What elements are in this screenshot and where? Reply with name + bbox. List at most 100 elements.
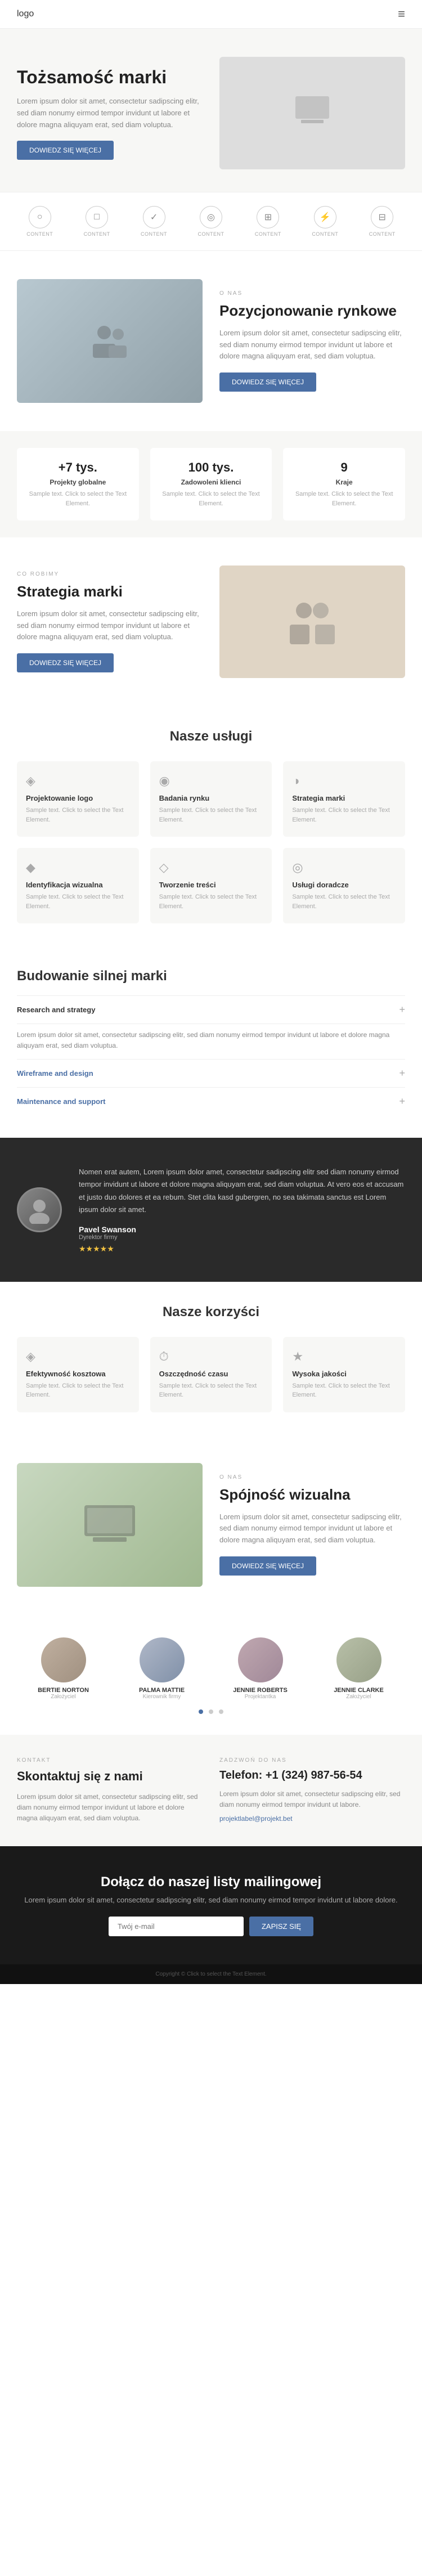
member-role-1: Kierownik firmy xyxy=(115,1694,208,1700)
stat-label-1: Zadowoleni klienci xyxy=(159,478,263,486)
benefit-desc-1: Sample text. Click to select the Text El… xyxy=(159,1381,263,1400)
newsletter-form: ZAPISZ SIĘ xyxy=(17,1917,405,1936)
stat-desc-2: Sample text. Click to select the Text El… xyxy=(292,490,396,508)
member-photo-2 xyxy=(238,1637,283,1682)
about-title: Pozycjonowanie rynkowe xyxy=(219,302,405,320)
stat-desc-0: Sample text. Click to select the Text El… xyxy=(26,490,130,508)
contact-phone: Telefon: +1 (324) 987-56-54 xyxy=(219,1769,405,1782)
accordion-plus-0: + xyxy=(399,1004,405,1016)
contact-section: KONTAKT Skontaktuj się z nami Lorem ipsu… xyxy=(0,1735,422,1847)
service-title-2: Strategia marki xyxy=(292,794,396,802)
logo: logo xyxy=(17,9,34,19)
icon-0: ○ xyxy=(29,206,51,228)
testimonial-avatar xyxy=(17,1187,62,1232)
contact-label-right: ZADZWOŃ DO NAS xyxy=(219,1757,405,1763)
icon-item-5[interactable]: ⚡ CONTENT xyxy=(312,206,338,237)
member-name-0: BERTIE NORTON xyxy=(17,1687,110,1694)
member-role-3: Założyciel xyxy=(312,1694,405,1700)
team-member-0: BERTIE NORTON Założyciel xyxy=(17,1637,110,1700)
hero-section: Tożsamość marki Lorem ipsum dolor sit am… xyxy=(0,29,422,192)
stat-card-2: 9 Kraje Sample text. Click to select the… xyxy=(283,448,405,520)
about-image xyxy=(17,279,203,403)
member-photo-0 xyxy=(41,1637,86,1682)
service-title-1: Badania rynku xyxy=(159,794,263,802)
icon-label-0: CONTENT xyxy=(26,231,53,237)
member-photo-1 xyxy=(140,1637,185,1682)
team-section: BERTIE NORTON Założyciel PALMA MATTIE Ki… xyxy=(0,1615,422,1735)
page-dot-1[interactable] xyxy=(199,1709,203,1714)
service-icon-1: ◉ xyxy=(159,774,263,788)
accordion-title-1: Wireframe and design xyxy=(17,1069,93,1078)
icon-item-3[interactable]: ◎ CONTENT xyxy=(197,206,224,237)
visual-cta-button[interactable]: DOWIEDZ SIĘ WIĘCEJ xyxy=(219,1556,316,1576)
benefit-desc-0: Sample text. Click to select the Text El… xyxy=(26,1381,130,1400)
accordion-item-0[interactable]: Research and strategy + xyxy=(17,995,405,1024)
pagination xyxy=(17,1700,405,1724)
testimonial-role: Dyrektor firmy xyxy=(79,1234,405,1241)
page-dot-2[interactable] xyxy=(209,1709,213,1714)
service-card-1: ◉ Badania rynku Sample text. Click to se… xyxy=(150,761,272,837)
member-role-2: Projektantka xyxy=(214,1694,307,1700)
member-name-2: JENNIE ROBERTS xyxy=(214,1687,307,1694)
icon-item-6[interactable]: ⊟ CONTENT xyxy=(369,206,396,237)
about-cta-button[interactable]: DOWIEDZ SIĘ WIĘCEJ xyxy=(219,373,316,392)
contact-email: projektlabel@projekt.bet xyxy=(219,1815,405,1823)
testimonial-section: Nomen erat autem, Lorem ipsum dolor amet… xyxy=(0,1138,422,1281)
stat-num-2: 9 xyxy=(292,460,396,475)
strategy-title: Strategia marki xyxy=(17,583,203,600)
icon-label-3: CONTENT xyxy=(197,231,224,237)
newsletter-desc: Lorem ipsum dolor sit amet, consectetur … xyxy=(17,1896,405,1904)
benefit-title-2: Wysoka jakości xyxy=(292,1370,396,1378)
hamburger-menu[interactable]: ≡ xyxy=(398,7,405,21)
benefit-title-0: Efektywność kosztowa xyxy=(26,1370,130,1378)
benefit-icon-1: ⏱ xyxy=(159,1349,263,1364)
about-text-block: O NAS Pozycjonowanie rynkowe Lorem ipsum… xyxy=(219,290,405,392)
icon-row: ○ CONTENT □ CONTENT ✓ CONTENT ◎ CONTENT … xyxy=(0,192,422,251)
icon-label-5: CONTENT xyxy=(312,231,338,237)
service-title-3: Identyfikacja wizualna xyxy=(26,881,130,889)
icon-item-0[interactable]: ○ CONTENT xyxy=(26,206,53,237)
about-label: O NAS xyxy=(219,290,405,297)
icon-item-4[interactable]: ⊞ CONTENT xyxy=(255,206,281,237)
newsletter-submit-button[interactable]: ZAPISZ SIĘ xyxy=(249,1917,313,1936)
strategy-cta-button[interactable]: DOWIEDZ SIĘ WIĘCEJ xyxy=(17,653,114,672)
member-name-3: JENNIE CLARKE xyxy=(312,1687,405,1694)
icon-item-1[interactable]: □ CONTENT xyxy=(84,206,110,237)
icon-5: ⚡ xyxy=(314,206,336,228)
hero-text-block: Tożsamość marki Lorem ipsum dolor sit am… xyxy=(17,66,219,160)
contact-desc-right: Lorem ipsum dolor sit amet, consectetur … xyxy=(219,1789,405,1810)
accordion-plus-1: + xyxy=(399,1067,405,1079)
service-card-0: ◈ Projektowanie logo Sample text. Click … xyxy=(17,761,139,837)
accordion-item-2[interactable]: Maintenance and support + xyxy=(17,1087,405,1115)
testimonial-stars: ★★★★★ xyxy=(79,1244,405,1254)
service-title-4: Tworzenie treści xyxy=(159,881,263,889)
service-desc-4: Sample text. Click to select the Text El… xyxy=(159,892,263,911)
member-role-0: Założyciel xyxy=(17,1694,110,1700)
service-icon-4: ◇ xyxy=(159,860,263,875)
benefit-card-1: ⏱ Oszczędność czasu Sample text. Click t… xyxy=(150,1337,272,1412)
visual-label: O NAS xyxy=(219,1474,405,1480)
benefit-card-2: ★ Wysoka jakości Sample text. Click to s… xyxy=(283,1337,405,1412)
contact-desc-left: Lorem ipsum dolor sit amet, consectetur … xyxy=(17,1792,203,1824)
accordion-plus-2: + xyxy=(399,1096,405,1107)
icon-item-2[interactable]: ✓ CONTENT xyxy=(141,206,167,237)
visual-description: Lorem ipsum dolor sit amet, consectetur … xyxy=(219,1511,405,1546)
stat-desc-1: Sample text. Click to select the Text El… xyxy=(159,490,263,508)
about-section: O NAS Pozycjonowanie rynkowe Lorem ipsum… xyxy=(0,251,422,431)
hero-cta-button[interactable]: DOWIEDZ SIĘ WIĘCEJ xyxy=(17,141,114,160)
visual-title: Spójność wizualna xyxy=(219,1486,405,1504)
accordion-title-2: Maintenance and support xyxy=(17,1097,105,1106)
page-dot-3[interactable] xyxy=(219,1709,223,1714)
brand-build-section: Budowanie silnej marki Research and stra… xyxy=(0,946,422,1138)
contact-title: Skontaktuj się z nami xyxy=(17,1769,203,1784)
icon-label-2: CONTENT xyxy=(141,231,167,237)
newsletter-email-input[interactable] xyxy=(109,1917,244,1936)
stat-card-0: +7 tys. Projekty globalne Sample text. C… xyxy=(17,448,139,520)
icon-6: ⊟ xyxy=(371,206,393,228)
strategy-description: Lorem ipsum dolor sit amet, consectetur … xyxy=(17,608,203,643)
stat-card-1: 100 tys. Zadowoleni klienci Sample text.… xyxy=(150,448,272,520)
team-member-3: JENNIE CLARKE Założyciel xyxy=(312,1637,405,1700)
accordion-item-1[interactable]: Wireframe and design + xyxy=(17,1059,405,1087)
service-title-5: Usługi doradcze xyxy=(292,881,396,889)
testimonial-text: Nomen erat autem, Lorem ipsum dolor amet… xyxy=(79,1166,405,1215)
